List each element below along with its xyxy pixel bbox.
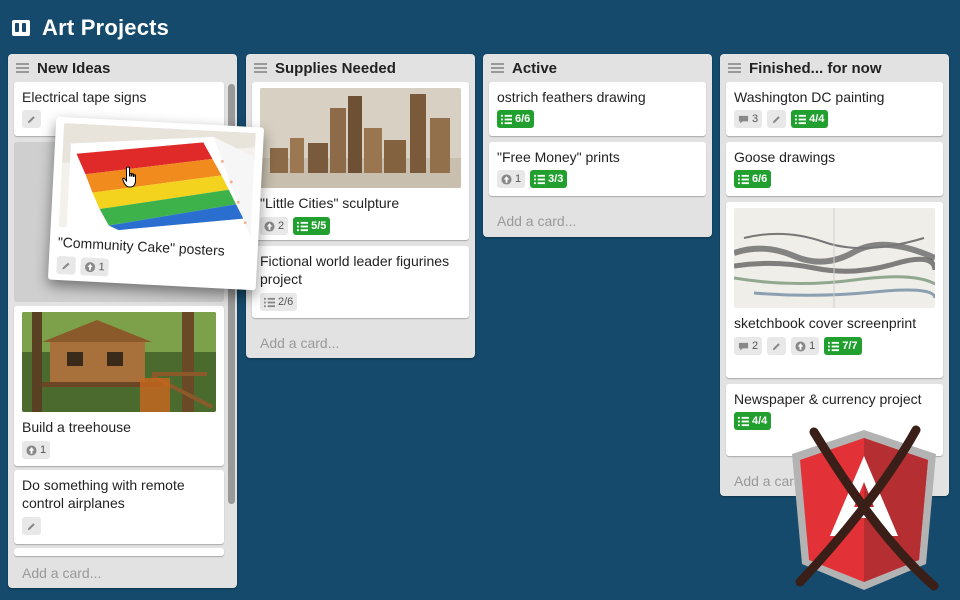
checklist-icon xyxy=(264,297,275,307)
angular-logo-crossed-out-icon xyxy=(792,425,939,591)
add-card-link[interactable]: Add a card... xyxy=(260,335,339,351)
card-remote-control-airplanes[interactable]: Do something with remote control airplan… xyxy=(14,470,224,544)
list-header[interactable]: Active xyxy=(483,54,712,82)
checklist-icon xyxy=(501,114,512,124)
treehouse-image xyxy=(22,312,216,412)
card-title: ostrich feathers drawing xyxy=(497,89,646,105)
card-title: Build a treehouse xyxy=(22,419,131,435)
add-card-link[interactable]: Add a card... xyxy=(497,213,576,229)
checklist-icon xyxy=(795,114,807,124)
comment-icon xyxy=(738,342,749,351)
card-title: Goose drawings xyxy=(734,149,836,165)
edit-icon[interactable] xyxy=(22,110,41,128)
card-title: Do something with remote control airplan… xyxy=(22,477,185,511)
comment-badge: 3 xyxy=(734,110,763,128)
list-title[interactable]: Active xyxy=(512,60,557,77)
checklist-icon xyxy=(534,174,546,184)
card-goose-drawings[interactable]: Goose drawings 6/6 xyxy=(726,142,943,196)
card-title: sketchbook cover screenprint xyxy=(734,315,917,331)
add-card-link[interactable]: Add a card... xyxy=(22,565,101,581)
checklist-badge: 4/4 xyxy=(734,412,772,430)
edit-icon[interactable] xyxy=(767,110,787,128)
comment-badge: 2 xyxy=(734,337,763,355)
card-build-a-treehouse[interactable]: Build a treehouse 1 xyxy=(14,306,224,466)
checklist-badge: 5/5 xyxy=(293,217,331,235)
list-title[interactable]: Finished... for now xyxy=(749,60,882,77)
board-icon xyxy=(12,20,30,36)
card-washington-dc-painting[interactable]: Washington DC painting 3 4/4 xyxy=(726,82,943,136)
cardboard-city-image xyxy=(260,88,461,188)
list-menu-icon[interactable] xyxy=(254,63,267,73)
comment-icon xyxy=(738,115,749,124)
checklist-icon xyxy=(828,341,840,351)
vote-badge: 1 xyxy=(80,257,110,277)
list-header[interactable]: New Ideas xyxy=(8,54,237,82)
list-menu-icon[interactable] xyxy=(728,63,741,73)
list-header[interactable]: Finished... for now xyxy=(720,54,949,82)
vote-icon xyxy=(795,340,806,352)
vote-icon xyxy=(26,444,37,456)
checklist-badge: 2/6 xyxy=(260,293,298,311)
card-title: "Free Money" prints xyxy=(497,149,620,165)
card-sketchbook-cover-screenprint[interactable]: sketchbook cover screenprint 2 1 7/7 xyxy=(726,202,943,378)
card-title: Fictional world leader figurines project xyxy=(260,253,450,287)
card-partial[interactable] xyxy=(14,548,224,556)
rainbow-cake-image xyxy=(58,123,256,237)
checklist-badge: 6/6 xyxy=(497,110,535,128)
vote-badge: 1 xyxy=(22,441,51,459)
card-little-cities-sculpture[interactable]: "Little Cities" sculpture 2 5/5 xyxy=(252,82,469,240)
list-title[interactable]: New Ideas xyxy=(37,60,110,77)
card-title: "Little Cities" sculpture xyxy=(260,195,400,211)
checklist-badge: 7/7 xyxy=(824,337,862,355)
list-menu-icon[interactable] xyxy=(16,63,29,73)
board-title[interactable]: Art Projects xyxy=(42,15,169,41)
checklist-icon xyxy=(297,221,309,231)
checklist-badge: 3/3 xyxy=(530,170,568,188)
edit-icon[interactable] xyxy=(22,517,41,535)
hand-cursor-icon xyxy=(122,166,136,188)
vote-badge: 1 xyxy=(791,337,820,355)
checklist-badge: 4/4 xyxy=(791,110,829,128)
list-title[interactable]: Supplies Needed xyxy=(275,60,396,77)
vote-icon xyxy=(85,261,96,272)
list-menu-icon[interactable] xyxy=(491,63,504,73)
card-title: Newspaper & currency project xyxy=(734,391,922,407)
vote-badge: 2 xyxy=(260,217,289,235)
edit-icon[interactable] xyxy=(56,255,77,275)
board-header: Art Projects xyxy=(12,14,169,42)
card-title: Washington DC painting xyxy=(734,89,885,105)
checklist-icon xyxy=(738,416,749,426)
vote-icon xyxy=(264,220,275,232)
sketchbook-image xyxy=(734,208,935,308)
checklist-badge: 6/6 xyxy=(734,170,772,188)
edit-icon[interactable] xyxy=(767,337,787,355)
card-title: Electrical tape signs xyxy=(22,89,147,105)
list-header[interactable]: Supplies Needed xyxy=(246,54,475,82)
card-ostrich-feathers-drawing[interactable]: ostrich feathers drawing 6/6 xyxy=(489,82,706,136)
vote-badge: 1 xyxy=(497,170,526,188)
card-free-money-prints[interactable]: "Free Money" prints 1 3/3 xyxy=(489,142,706,196)
checklist-icon xyxy=(738,174,749,184)
card-fictional-world-leader-figurines[interactable]: Fictional world leader figurines project… xyxy=(252,246,469,318)
card-community-cake-posters-dragging[interactable]: "Community Cake" posters 1 xyxy=(47,116,265,291)
vote-icon xyxy=(501,173,512,185)
